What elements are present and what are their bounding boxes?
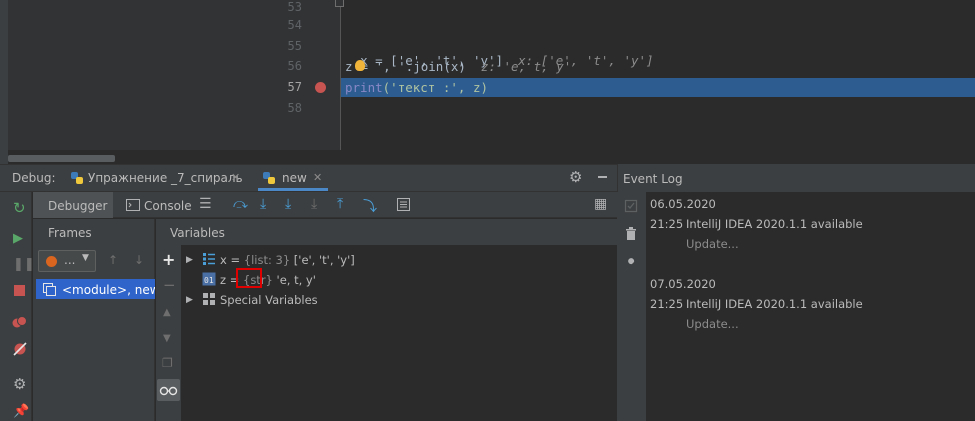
frames-title: Frames bbox=[48, 226, 92, 240]
variables-panel bbox=[156, 219, 617, 421]
highlight-box bbox=[236, 268, 262, 288]
gear-icon[interactable]: ⚙ bbox=[569, 168, 582, 186]
view-breakpoints-icon[interactable] bbox=[12, 315, 28, 329]
line-number: 55 bbox=[287, 39, 302, 53]
horizontal-scrollbar[interactable] bbox=[8, 155, 115, 162]
move-down-icon[interactable]: ▼ bbox=[163, 333, 171, 344]
mark-read-icon[interactable] bbox=[624, 199, 638, 213]
variable-name: x bbox=[220, 253, 227, 267]
variable-row-x[interactable]: x = {list: 3} ['e', 't', 'y'] bbox=[220, 253, 355, 267]
gutter-separator bbox=[340, 0, 341, 150]
frame-label: <module>, new.p bbox=[62, 283, 155, 297]
mute-breakpoints-icon[interactable] bbox=[12, 342, 28, 356]
event-time: 21:25 bbox=[650, 217, 684, 231]
layout-icon[interactable]: ▦ bbox=[594, 196, 607, 212]
pause-icon[interactable]: ❚❚ bbox=[13, 257, 35, 272]
fold-marker-icon[interactable] bbox=[335, 0, 344, 7]
line-number-current: 57 bbox=[287, 80, 302, 94]
variable-name: z bbox=[220, 273, 227, 287]
code-line-56[interactable]: z = ', '.join(x) z: 'e, t, y' bbox=[345, 59, 571, 74]
close-icon[interactable]: ✕ bbox=[231, 171, 240, 184]
variable-row-z[interactable]: z = {str} 'e, t, y' bbox=[220, 273, 316, 287]
inline-value: z: 'e, t, y' bbox=[480, 59, 572, 74]
frame-icon bbox=[43, 283, 56, 296]
tab-console[interactable]: Console bbox=[144, 199, 192, 213]
step-out-icon[interactable]: ⤒ bbox=[337, 196, 343, 212]
step-over-icon[interactable]: ⤼ bbox=[233, 196, 248, 212]
code-line-57[interactable]: print('текст :', z) bbox=[345, 80, 488, 95]
copy-icon[interactable]: ❐ bbox=[162, 356, 173, 370]
code-text: z bbox=[345, 59, 353, 74]
wrench-icon[interactable] bbox=[624, 258, 638, 272]
expand-triangle-icon[interactable]: ▶ bbox=[186, 255, 193, 265]
variable-type: {list: 3} bbox=[243, 253, 291, 267]
expand-triangle-icon[interactable]: ▶ bbox=[186, 295, 193, 305]
tab-label: new bbox=[282, 171, 307, 185]
python-icon bbox=[71, 172, 83, 184]
variables-title: Variables bbox=[170, 226, 225, 240]
python-icon bbox=[263, 172, 275, 184]
lightbulb-icon[interactable] bbox=[355, 60, 365, 71]
tab-run-config-spiral[interactable]: Упражнение _7_спираль bbox=[66, 165, 244, 191]
console-icon[interactable] bbox=[126, 199, 140, 211]
resume-icon[interactable]: ▶ bbox=[13, 231, 23, 246]
hide-icon[interactable] bbox=[598, 176, 607, 178]
tab-debugger-label: Debugger bbox=[48, 199, 108, 213]
glasses-icon[interactable] bbox=[157, 379, 180, 401]
event-date: 06.05.2020 bbox=[650, 197, 716, 211]
stop-icon[interactable] bbox=[14, 285, 25, 296]
variable-name: Special Variables bbox=[220, 293, 318, 307]
event-message: IntelliJ IDEA 2020.1.1 available bbox=[686, 297, 863, 311]
tab-label: Упражнение _7_спираль bbox=[88, 171, 243, 185]
evaluate-expression-icon[interactable] bbox=[397, 198, 410, 211]
variables-header bbox=[156, 219, 617, 245]
variable-value: 'e, t, y' bbox=[276, 273, 316, 287]
remove-watch-icon[interactable]: − bbox=[163, 276, 176, 294]
trash-icon[interactable] bbox=[624, 226, 638, 241]
left-tool-strip bbox=[0, 0, 8, 164]
arrow-down-icon[interactable]: ↓ bbox=[134, 253, 144, 267]
thread-label: ... bbox=[64, 253, 76, 267]
debug-label: Debug: bbox=[12, 171, 56, 185]
force-step-into-icon[interactable]: ⤓ bbox=[311, 196, 317, 212]
pin-icon[interactable]: 📌 bbox=[13, 404, 29, 419]
primitive-variable-icon: 01 bbox=[202, 272, 216, 286]
code-text: = ', '.join(x) bbox=[360, 59, 466, 74]
list-variable-icon bbox=[203, 253, 215, 265]
add-watch-icon[interactable]: + bbox=[162, 250, 175, 269]
special-variables-icon bbox=[203, 293, 215, 305]
event-log-title: Event Log bbox=[623, 172, 683, 186]
line-number: 53 bbox=[287, 0, 302, 14]
line-number: 58 bbox=[287, 101, 302, 115]
run-to-cursor-icon[interactable]: ⤵ bbox=[363, 196, 377, 216]
rerun-icon[interactable]: ↻ bbox=[13, 199, 26, 217]
update-link[interactable]: Update... bbox=[686, 317, 739, 331]
thread-status-icon bbox=[46, 256, 57, 267]
arrow-up-icon[interactable]: ↑ bbox=[108, 253, 118, 267]
event-message: IntelliJ IDEA 2020.1.1 available bbox=[686, 217, 863, 231]
move-up-icon[interactable]: ▲ bbox=[163, 307, 171, 318]
code-function: print bbox=[345, 80, 383, 95]
chevron-down-icon: ▼ bbox=[82, 253, 89, 263]
debugger-toolbar bbox=[33, 192, 617, 218]
svg-text:01: 01 bbox=[204, 276, 214, 285]
breakpoint-icon[interactable] bbox=[315, 82, 326, 93]
step-into-icon[interactable]: ⤓ bbox=[260, 196, 266, 212]
line-number: 54 bbox=[287, 18, 302, 32]
variable-row-special[interactable]: Special Variables bbox=[220, 293, 318, 307]
update-link[interactable]: Update... bbox=[686, 237, 739, 251]
line-number: 56 bbox=[287, 59, 302, 73]
variable-value: ['e', 't', 'y'] bbox=[293, 253, 355, 267]
code-text: ('текст :', z) bbox=[382, 80, 488, 95]
menu-icon[interactable]: ☰ bbox=[199, 196, 212, 212]
event-date: 07.05.2020 bbox=[650, 277, 716, 291]
step-into-my-code-icon[interactable]: ⤓ bbox=[285, 196, 291, 212]
close-icon[interactable]: ✕ bbox=[313, 171, 322, 184]
event-time: 21:25 bbox=[650, 297, 684, 311]
settings-icon[interactable]: ⚙ bbox=[13, 375, 26, 393]
